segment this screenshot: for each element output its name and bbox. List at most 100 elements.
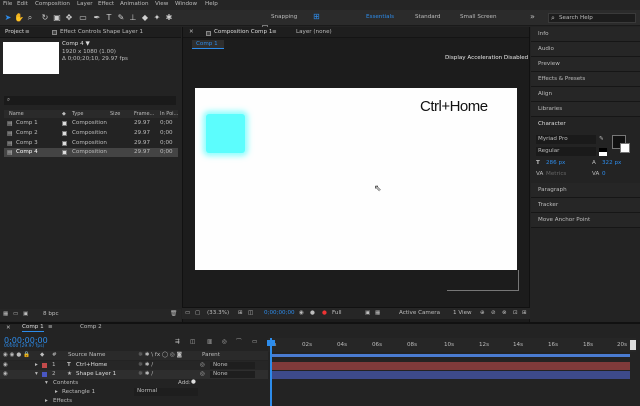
add-content-icon[interactable]: ● bbox=[191, 379, 196, 386]
project-item-row[interactable]: ▤ Comp 3 Composition 29.97 0;00 bbox=[4, 139, 178, 148]
label-icon[interactable]: ◆ bbox=[62, 112, 66, 117]
selected-comp-name[interactable]: Comp 4 ▼ bbox=[62, 41, 90, 48]
tab-effect-controls[interactable]: Effect Controls Shape Layer 1 bbox=[60, 29, 143, 36]
zoom-tool-icon[interactable]: ⌕ bbox=[25, 12, 35, 23]
layer-row[interactable]: ◉ ▾ 2 ★ Shape Layer 1 ☼ ✱ / ◎ None bbox=[0, 370, 268, 379]
collapse-icon[interactable]: ▾ bbox=[45, 380, 48, 387]
layer-color-swatch[interactable] bbox=[42, 372, 47, 377]
menu-view[interactable]: View bbox=[155, 1, 168, 8]
panel-character[interactable]: Character bbox=[531, 117, 640, 132]
pen-tool-icon[interactable]: ✒ bbox=[92, 12, 102, 23]
playhead[interactable] bbox=[270, 338, 272, 406]
close-icon[interactable]: ✕ bbox=[189, 29, 194, 36]
transparency-grid-icon[interactable]: ▦ bbox=[375, 310, 380, 317]
parent-col[interactable]: Parent bbox=[202, 352, 220, 359]
font-style-dropdown[interactable]: Regular bbox=[536, 147, 596, 156]
menu-help[interactable]: Help bbox=[205, 1, 218, 8]
parent-dropdown[interactable]: None bbox=[210, 362, 255, 369]
timeline-menu-icon[interactable]: ≡ bbox=[48, 324, 53, 331]
comp-chip[interactable]: Comp 1 bbox=[192, 40, 224, 49]
menu-window[interactable]: Window bbox=[175, 1, 197, 8]
tab-layer[interactable]: Layer (none) bbox=[296, 29, 332, 36]
show-snapshot-icon[interactable]: ● bbox=[310, 310, 315, 317]
timeline-icon[interactable]: ⊞ bbox=[522, 310, 527, 317]
project-item-row-selected[interactable]: ▤ Comp 4 Composition 29.97 0;00 bbox=[4, 148, 178, 157]
grid-icon[interactable]: ⊞ bbox=[238, 310, 243, 317]
new-comp-icon[interactable]: ▣ bbox=[23, 311, 28, 318]
canvas-text-layer[interactable]: Ctrl+Home bbox=[420, 98, 488, 115]
interpret-footage-icon[interactable]: ▦ bbox=[3, 311, 8, 318]
zoom-slider-handle[interactable] bbox=[630, 340, 636, 350]
draft-3d-icon[interactable]: ⇶ bbox=[175, 339, 180, 346]
font-family-dropdown[interactable]: Myriad Pro bbox=[536, 135, 596, 144]
playhead-handle[interactable] bbox=[267, 340, 275, 346]
project-search-input[interactable]: ⌕ bbox=[4, 96, 176, 105]
workspace-more-icon[interactable]: » bbox=[530, 13, 535, 21]
parent-pickwhip-icon[interactable]: ◎ bbox=[200, 371, 205, 378]
motion-blur-icon[interactable]: ◎ bbox=[222, 339, 227, 346]
views-dropdown[interactable]: 1 View bbox=[453, 310, 472, 317]
tab-project[interactable]: Project bbox=[5, 29, 24, 36]
project-item-row[interactable]: ▤ Comp 1 Composition 29.97 0;00 bbox=[4, 119, 178, 128]
time-ruler[interactable]: 0s 02s 04s 06s 08s 10s 12s 14s 16s 18s 2… bbox=[268, 338, 636, 352]
resolution-dropdown[interactable]: Full bbox=[332, 310, 342, 317]
fast-preview-icon[interactable]: ⊡ bbox=[513, 310, 518, 317]
camera-tool-icon[interactable]: ▣ bbox=[52, 12, 62, 23]
delete-icon[interactable]: 🗑 bbox=[170, 311, 177, 318]
puppet-tool-icon[interactable]: ✱ bbox=[164, 12, 174, 23]
visibility-icon[interactable]: ◉ bbox=[3, 362, 8, 369]
layer-bar-shape-layer[interactable] bbox=[270, 371, 630, 379]
graph-editor-icon[interactable]: ⌒ bbox=[236, 339, 242, 346]
layer-row[interactable]: ◉ ▸ 1 T Ctrl+Home ☼ ✱ / ◎ None bbox=[0, 361, 268, 370]
expand-icon[interactable]: ▸ bbox=[35, 362, 38, 369]
workspace-standard[interactable]: Standard bbox=[415, 14, 440, 21]
work-area-bar[interactable] bbox=[270, 354, 630, 357]
label-swatch[interactable] bbox=[62, 131, 67, 136]
expand-icon[interactable]: ▸ bbox=[45, 398, 48, 405]
parent-pickwhip-icon[interactable]: ◎ bbox=[200, 362, 205, 369]
stroke-color-swatch[interactable] bbox=[620, 143, 630, 153]
toggle-pixel-icon[interactable]: ⊕ bbox=[480, 310, 485, 317]
menu-file[interactable]: File bbox=[3, 1, 12, 8]
monitor-icon[interactable]: ▢ bbox=[195, 310, 200, 317]
layer-bar-ctrl-home[interactable] bbox=[270, 362, 630, 370]
col-size[interactable]: Size bbox=[110, 112, 120, 117]
label-swatch[interactable] bbox=[62, 141, 67, 146]
tab-timeline-comp1[interactable]: Comp 1 bbox=[22, 324, 44, 332]
source-name-col[interactable]: Source Name bbox=[68, 352, 106, 359]
always-preview-icon[interactable]: ▭ bbox=[185, 310, 190, 317]
camera-dropdown[interactable]: Active Camera bbox=[399, 310, 440, 317]
rectangle-tool-icon[interactable]: ▭ bbox=[78, 12, 88, 23]
white-swatch[interactable] bbox=[599, 152, 607, 156]
new-folder-icon[interactable]: ▭ bbox=[13, 311, 18, 318]
col-type[interactable]: Type bbox=[72, 112, 83, 117]
lock-icon[interactable] bbox=[206, 31, 211, 36]
panel-align[interactable]: Align bbox=[531, 87, 640, 102]
tracking-value[interactable]: 0 bbox=[602, 171, 606, 178]
mask-icon[interactable]: ◫ bbox=[248, 310, 253, 317]
collapse-icon[interactable]: ▾ bbox=[35, 371, 38, 378]
hand-tool-icon[interactable]: ✋ bbox=[14, 12, 24, 23]
col-in-point[interactable]: In Poi... bbox=[160, 112, 178, 117]
layer-color-swatch[interactable] bbox=[42, 363, 47, 368]
shape-layer-square[interactable] bbox=[206, 114, 245, 153]
blend-mode-dropdown[interactable]: Normal bbox=[134, 388, 198, 396]
snapshot-icon[interactable]: ◉ bbox=[299, 310, 304, 317]
font-size-value[interactable]: 286 px bbox=[546, 160, 565, 167]
eraser-tool-icon[interactable]: ◆ bbox=[140, 12, 150, 23]
text-tool-icon[interactable]: T bbox=[104, 12, 114, 23]
tab-composition[interactable]: Composition Comp 1 bbox=[214, 29, 272, 36]
flowchart-icon[interactable]: ⊗ bbox=[502, 310, 507, 317]
panel-audio[interactable]: Audio bbox=[531, 42, 640, 57]
panel-move-anchor[interactable]: Move Anchor Point bbox=[531, 213, 640, 228]
menu-edit[interactable]: Edit bbox=[17, 1, 28, 8]
zoom-dropdown[interactable]: (33.3%) bbox=[207, 310, 229, 317]
snap-options-icon[interactable]: ⊞ bbox=[313, 13, 320, 21]
lock-icon[interactable] bbox=[52, 30, 57, 35]
layer-switches-icons[interactable]: ☼ ✱ / bbox=[138, 371, 153, 378]
leading-value[interactable]: 322 px bbox=[602, 160, 621, 167]
viewer-timecode[interactable]: 0;00;00;00 bbox=[264, 310, 295, 317]
visibility-icon[interactable]: ◉ bbox=[3, 371, 8, 378]
search-help-input[interactable]: ⌕ Search Help bbox=[548, 13, 636, 23]
project-menu-icon[interactable]: ≡ bbox=[25, 29, 30, 36]
